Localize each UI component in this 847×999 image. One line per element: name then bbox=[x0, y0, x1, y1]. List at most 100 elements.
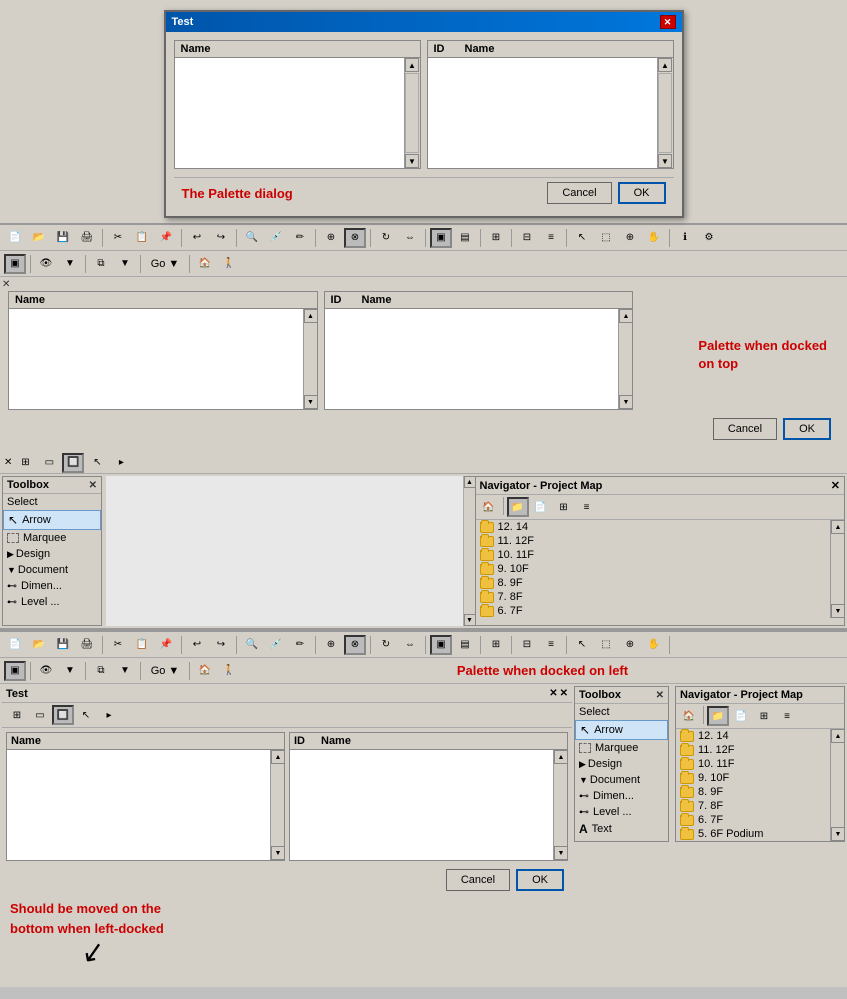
palette-ok-btn[interactable]: OK bbox=[783, 418, 831, 440]
arrow-tool[interactable]: ↖ bbox=[571, 228, 593, 248]
mini-icon-2[interactable]: ▭ bbox=[38, 453, 60, 473]
new-btn-2[interactable]: 📄 bbox=[4, 635, 26, 655]
go-btn[interactable]: Go ▼ bbox=[145, 254, 185, 274]
cut-btn-2[interactable]: ✂ bbox=[107, 635, 129, 655]
redo-btn-2[interactable]: ↪ bbox=[210, 635, 232, 655]
pan-tool[interactable]: ✋ bbox=[643, 228, 665, 248]
nav-doc-btn[interactable]: 📄 bbox=[530, 497, 552, 517]
panel2-scroll-up[interactable]: ▲ bbox=[619, 309, 633, 323]
copy-btn-2[interactable]: 📋 bbox=[131, 635, 153, 655]
canvas-scrollbar-v[interactable]: ▲ ▼ bbox=[463, 476, 475, 626]
panel1-scroll-track[interactable] bbox=[304, 323, 317, 395]
panel2-scroll-down[interactable]: ▼ bbox=[619, 395, 633, 409]
paste-btn-2[interactable]: 📌 bbox=[155, 635, 177, 655]
scrollbar-up[interactable]: ▲ bbox=[405, 58, 419, 72]
nav-scroll-up[interactable]: ▲ bbox=[831, 520, 845, 534]
lp-col1-scroll-down[interactable]: ▼ bbox=[271, 846, 285, 860]
toolbox-level-item[interactable]: ⊷ Level ... bbox=[3, 594, 101, 610]
nav-list-btn-2[interactable]: ≡ bbox=[776, 706, 798, 726]
nav-list-btn[interactable]: ≡ bbox=[576, 497, 598, 517]
nav-item-6[interactable]: 6. 7F bbox=[476, 604, 831, 618]
pencil-btn-2[interactable]: ✏ bbox=[289, 635, 311, 655]
main-canvas[interactable]: ▲ ▼ bbox=[106, 476, 475, 626]
lp-col2-scrollbar[interactable]: ▲ ▼ bbox=[553, 750, 567, 860]
col2-scrollbar-up[interactable]: ▲ bbox=[658, 58, 672, 72]
mode-btn[interactable]: ▣ bbox=[4, 254, 26, 274]
mini-icon-5[interactable]: ▸ bbox=[110, 453, 132, 473]
nav2-item-5[interactable]: 5. 6F Podium bbox=[676, 827, 830, 841]
lp-mini-3[interactable]: 🔲 bbox=[52, 705, 74, 725]
rotate-btn[interactable]: ↻ bbox=[375, 228, 397, 248]
layer2-btn-2[interactable]: ⧉ bbox=[90, 661, 112, 681]
undo-btn-2[interactable]: ↩ bbox=[186, 635, 208, 655]
scrollbar-track[interactable] bbox=[405, 73, 419, 153]
nav-home-btn[interactable]: 🏠 bbox=[478, 497, 500, 517]
rotate-btn-2[interactable]: ↻ bbox=[375, 635, 397, 655]
navigator-close[interactable]: ✕ bbox=[831, 479, 840, 492]
copy-btn[interactable]: 📋 bbox=[131, 228, 153, 248]
panel1-scroll-up[interactable]: ▲ bbox=[304, 309, 318, 323]
print-btn[interactable]: 🖨 bbox=[76, 228, 98, 248]
view-btn[interactable]: ▣ bbox=[430, 228, 452, 248]
canvas-scroll-up[interactable]: ▲ bbox=[464, 476, 476, 488]
layer-btn-2[interactable]: ≡ bbox=[540, 635, 562, 655]
transform-btn[interactable]: ⊕ bbox=[320, 228, 342, 248]
lp-mini-4[interactable]: ↖ bbox=[75, 705, 97, 725]
scrollbar-down[interactable]: ▼ bbox=[405, 154, 419, 168]
col2-scrollbar-track[interactable] bbox=[658, 73, 672, 153]
undo-btn[interactable]: ↩ bbox=[186, 228, 208, 248]
layer3-btn-2[interactable]: ▼ bbox=[114, 661, 136, 681]
toolbox-marquee-item[interactable]: Marquee bbox=[3, 530, 101, 546]
nav2-item-10[interactable]: 10. 11F bbox=[676, 757, 830, 771]
nav2-item-9[interactable]: 9. 10F bbox=[676, 771, 830, 785]
nav-scrollbar[interactable]: ▲ ▼ bbox=[830, 520, 844, 618]
walk-btn-2[interactable]: 🚶 bbox=[218, 661, 240, 681]
view-btn-2[interactable]: ▣ bbox=[430, 635, 452, 655]
toolbox-close-2[interactable]: ✕ bbox=[656, 690, 664, 701]
flip-btn[interactable]: ⇔ bbox=[399, 228, 421, 248]
zoom-tool[interactable]: ⊕ bbox=[619, 228, 641, 248]
pan-tool-2[interactable]: ✋ bbox=[643, 635, 665, 655]
ok-button[interactable]: OK bbox=[618, 182, 666, 204]
toolbox-marquee-item-2[interactable]: Marquee bbox=[575, 740, 668, 756]
toolbox-design-item[interactable]: ▶ Design bbox=[3, 546, 101, 562]
lp-col1-scrollbar[interactable]: ▲ ▼ bbox=[270, 750, 284, 860]
nav-item-9[interactable]: 9. 10F bbox=[476, 562, 831, 576]
toolbox-close[interactable]: ✕ bbox=[89, 480, 97, 491]
eye-btn[interactable]: 👁 bbox=[35, 254, 57, 274]
lp-cancel-btn[interactable]: Cancel bbox=[446, 869, 510, 891]
cancel-button[interactable]: Cancel bbox=[547, 182, 611, 204]
mode-btn-2[interactable]: ▣ bbox=[4, 661, 26, 681]
toolbox-dimen-item[interactable]: ⊷ Dimen... bbox=[3, 578, 101, 594]
lp-col2-scroll-up[interactable]: ▲ bbox=[554, 750, 568, 764]
open-btn[interactable]: 📂 bbox=[28, 228, 50, 248]
nav-folder-btn[interactable]: 📁 bbox=[507, 497, 529, 517]
select-tool[interactable]: ⬚ bbox=[595, 228, 617, 248]
search-btn[interactable]: 🔍 bbox=[241, 228, 263, 248]
cut-btn[interactable]: ✂ bbox=[107, 228, 129, 248]
transform-active-btn-2[interactable]: ⊗ bbox=[344, 635, 366, 655]
nav-folder-btn-2[interactable]: 📁 bbox=[707, 706, 729, 726]
lp-col1-scroll-up[interactable]: ▲ bbox=[271, 750, 285, 764]
nav-item-10[interactable]: 10. 11F bbox=[476, 548, 831, 562]
panel2-scrollbar[interactable]: ▲ ▼ bbox=[618, 309, 632, 409]
nav-grid-btn[interactable]: ⊞ bbox=[553, 497, 575, 517]
nav-item-12[interactable]: 12. 14 bbox=[476, 520, 831, 534]
nav-scroll-down[interactable]: ▼ bbox=[831, 604, 845, 618]
flip-btn-2[interactable]: ⇔ bbox=[399, 635, 421, 655]
toolbox-text-item[interactable]: A Text bbox=[575, 820, 668, 838]
lp-mini-2[interactable]: ▭ bbox=[29, 705, 51, 725]
panel2-scroll-track[interactable] bbox=[619, 323, 632, 395]
toolbox-design-item-2[interactable]: ▶ Design bbox=[575, 756, 668, 772]
lp-ok-btn[interactable]: OK bbox=[516, 869, 564, 891]
redo-btn[interactable]: ↪ bbox=[210, 228, 232, 248]
eye2-btn-2[interactable]: ▼ bbox=[59, 661, 81, 681]
grid-btn-2[interactable]: ⊟ bbox=[516, 635, 538, 655]
nav2-scroll-up[interactable]: ▲ bbox=[831, 729, 845, 743]
palette-close-x[interactable]: ✕ bbox=[2, 279, 10, 290]
nav-doc-btn-2[interactable]: 📄 bbox=[730, 706, 752, 726]
eye2-btn[interactable]: ▼ bbox=[59, 254, 81, 274]
eye-btn-2[interactable]: 👁 bbox=[35, 661, 57, 681]
arrange-btn[interactable]: ⊞ bbox=[485, 228, 507, 248]
nav-item-11[interactable]: 11. 12F bbox=[476, 534, 831, 548]
